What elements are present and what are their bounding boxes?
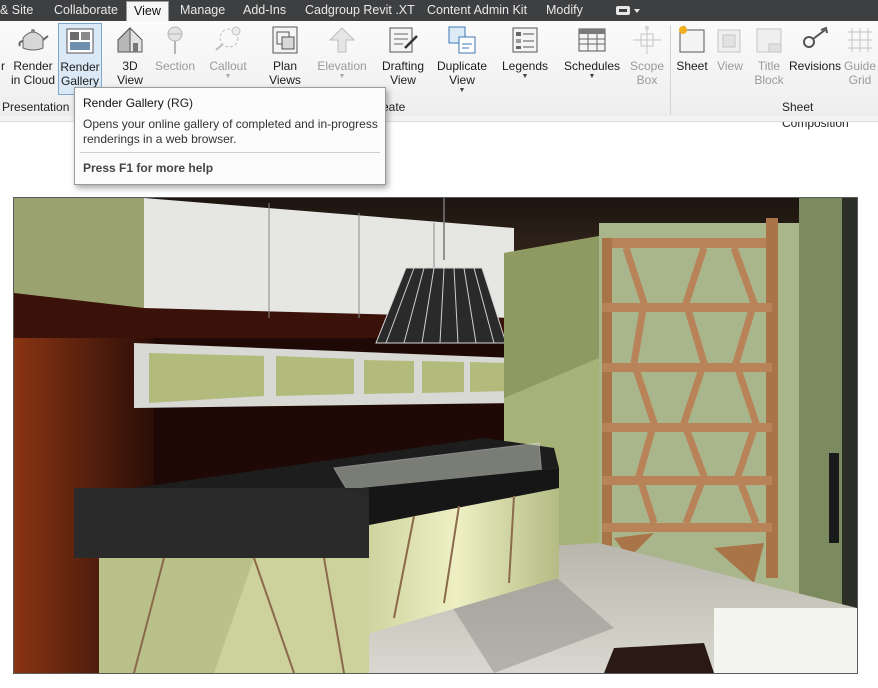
title-block-label: Title Block [754,59,784,87]
render-in-cloud-label: Render in Cloud [10,59,56,87]
schedules-button[interactable]: Schedules ▼ [562,24,622,81]
tooltip-help-hint: Press F1 for more help [83,161,214,175]
ribbon-tab-bar: & Site Collaborate View Manage Add-Ins C… [0,0,878,23]
schedules-icon [578,28,606,52]
panel-toggle-icon[interactable] [614,4,644,17]
3d-view-button[interactable]: 3D View ▼ [108,24,152,95]
tab-content-admin-kit[interactable]: Content Admin Kit [427,0,527,21]
partial-tool-label: r [1,59,5,73]
legends-icon [512,27,538,53]
scope-box-button[interactable]: Scope Box [628,24,666,87]
drafting-view-button[interactable]: Drafting View [378,24,428,87]
schedules-dropdown-icon[interactable]: ▼ [562,73,622,81]
partial-tool-icon [0,24,8,56]
sheet-icon [679,25,705,53]
tooltip-title: Render Gallery (RG) [83,96,193,110]
render-gallery-button[interactable]: Render Gallery [58,23,102,95]
elevation-dropdown-icon[interactable]: ▼ [316,73,368,81]
callout-button[interactable]: Callout ▼ [205,24,251,81]
drafting-view-icon [389,27,418,53]
render-viewport[interactable] [13,197,858,674]
tab-manage[interactable]: Manage [180,0,225,21]
guide-grid-icon [848,28,872,52]
tab-modify[interactable]: Modify [546,0,583,21]
plan-views-label: Plan Views [269,59,301,87]
scope-box-icon [633,26,661,54]
tab-collaborate[interactable]: Collaborate [54,0,118,21]
drafting-view-label: Drafting View [381,59,425,87]
tab-cadgroup-revit-xt[interactable]: Cadgroup Revit .XT [305,0,415,21]
sheet-label: Sheet [676,59,708,73]
render-gallery-label: Render Gallery [60,60,100,88]
3d-view-label: 3D View [117,59,143,87]
tooltip-title-text: Render Gallery [83,96,164,110]
panel-title-sheet-composition: Sheet Composition [782,100,849,130]
schedules-label: Schedules [563,59,621,73]
duplicate-view-button[interactable]: Duplicate View ▼ [434,24,490,95]
legends-button[interactable]: Legends ▼ [501,24,549,81]
guide-grid-button[interactable]: Guide Grid [842,24,878,87]
view-placement-label: View [717,59,743,73]
title-block-button[interactable]: Title Block [750,24,788,87]
render-in-cloud-button[interactable]: Render in Cloud [9,24,57,87]
tooltip-divider [80,152,380,153]
tab-massing-site[interactable]: & Site [0,0,33,21]
tab-add-ins[interactable]: Add-Ins [243,0,286,21]
duplicate-view-label: Duplicate View [436,59,488,87]
elevation-icon [328,27,356,53]
elevation-label: Elevation [317,59,367,73]
panel-separator [670,25,671,115]
render-gallery-icon [66,28,94,54]
partial-tool-button[interactable]: r [0,24,8,73]
view-placement-button[interactable]: View [712,24,748,73]
legends-label: Legends [501,59,549,73]
duplicate-view-icon [448,26,476,54]
panel-title-presentation: Presentation [2,100,70,114]
legends-dropdown-icon[interactable]: ▼ [501,73,549,81]
tooltip-shortcut: (RG) [167,96,194,110]
tooltip-render-gallery: Render Gallery (RG) Opens your online ga… [74,87,386,185]
tooltip-description: Opens your online gallery of completed a… [83,117,378,146]
tab-view[interactable]: View [126,1,169,23]
teapot-cloud-icon [18,29,49,51]
callout-icon [215,26,241,51]
house-3d-icon [117,26,143,53]
title-block-icon [756,28,782,53]
scope-box-label: Scope Box [629,59,665,87]
sheet-button[interactable]: Sheet [674,24,710,73]
duplicate-view-dropdown-icon[interactable]: ▼ [434,87,490,95]
callout-dropdown-icon[interactable]: ▼ [205,73,251,81]
section-label: Section [154,59,196,73]
revisions-button[interactable]: Revisions [789,24,841,73]
interior-render-image [14,198,857,673]
plan-views-button[interactable]: Plan Views [264,24,306,87]
callout-label: Callout [209,59,247,73]
section-button[interactable]: Section [152,24,198,73]
revisions-icon [803,26,828,48]
elevation-button[interactable]: Elevation ▼ [316,24,368,81]
view-placement-icon [717,29,741,53]
revisions-label: Revisions [789,59,842,73]
plan-views-icon [272,26,298,54]
guide-grid-label: Guide Grid [843,59,877,87]
section-icon [167,26,183,54]
